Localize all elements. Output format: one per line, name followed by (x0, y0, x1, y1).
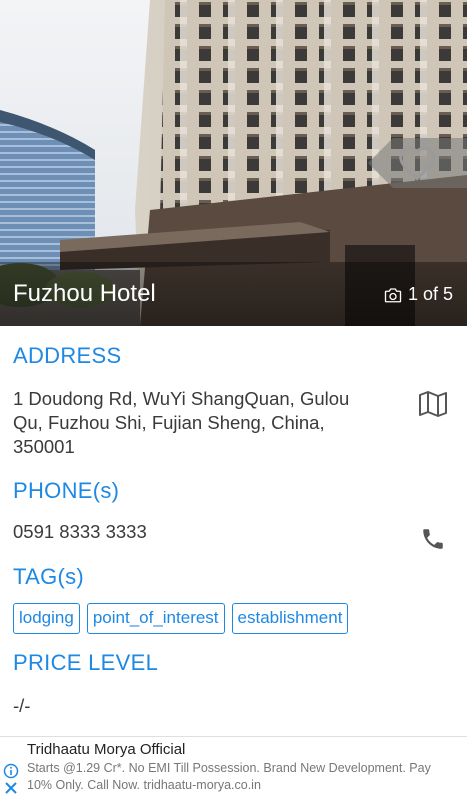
address-line-2: Qu, Fuzhou Shi, Fujian Sheng, China, (13, 412, 325, 433)
tag-chip[interactable]: point_of_interest (86, 603, 225, 634)
ad-title[interactable]: Tridhaatu Morya Official (27, 741, 185, 758)
tag-chip[interactable]: lodging (13, 603, 80, 634)
address-line-3: 350001 (13, 436, 75, 457)
close-icon[interactable] (4, 781, 18, 795)
phone-number[interactable]: 0591 8333 3333 (13, 520, 147, 544)
price-level-heading: PRICE LEVEL (13, 650, 159, 675)
hotel-photo-carousel[interactable]: Fuzhou Hotel 1 of 5 (0, 0, 467, 326)
call-button[interactable] (420, 526, 446, 557)
ad-banner[interactable]: Tridhaatu Morya Official Starts @1.29 Cr… (0, 736, 467, 801)
address-heading: ADDRESS (13, 343, 122, 368)
price-level-value: -/- (13, 695, 31, 716)
photo-counter-label: 1 of 5 (407, 284, 453, 304)
phone-icon (423, 529, 443, 549)
tags-heading: TAG(s) (13, 564, 85, 589)
tag-list: lodging point_of_interest establishment (13, 603, 349, 634)
camera-icon (384, 287, 402, 302)
info-icon[interactable] (3, 763, 19, 779)
ad-description[interactable]: Starts @1.29 Cr*. No EMI Till Possession… (27, 760, 452, 794)
map-icon (419, 391, 447, 417)
photo-counter: 1 of 5 (384, 284, 453, 305)
phone-heading: PHONE(s) (13, 478, 120, 503)
tag-chip[interactable]: establishment (231, 603, 349, 634)
hotel-name: Fuzhou Hotel (13, 280, 156, 307)
address-text[interactable]: 1 Doudong Rd, WuYi ShangQuan, Gulou Qu, … (13, 387, 349, 459)
open-map-button[interactable] (418, 391, 448, 422)
address-line-1: 1 Doudong Rd, WuYi ShangQuan, Gulou (13, 388, 350, 409)
heart-outline-icon (399, 146, 435, 181)
